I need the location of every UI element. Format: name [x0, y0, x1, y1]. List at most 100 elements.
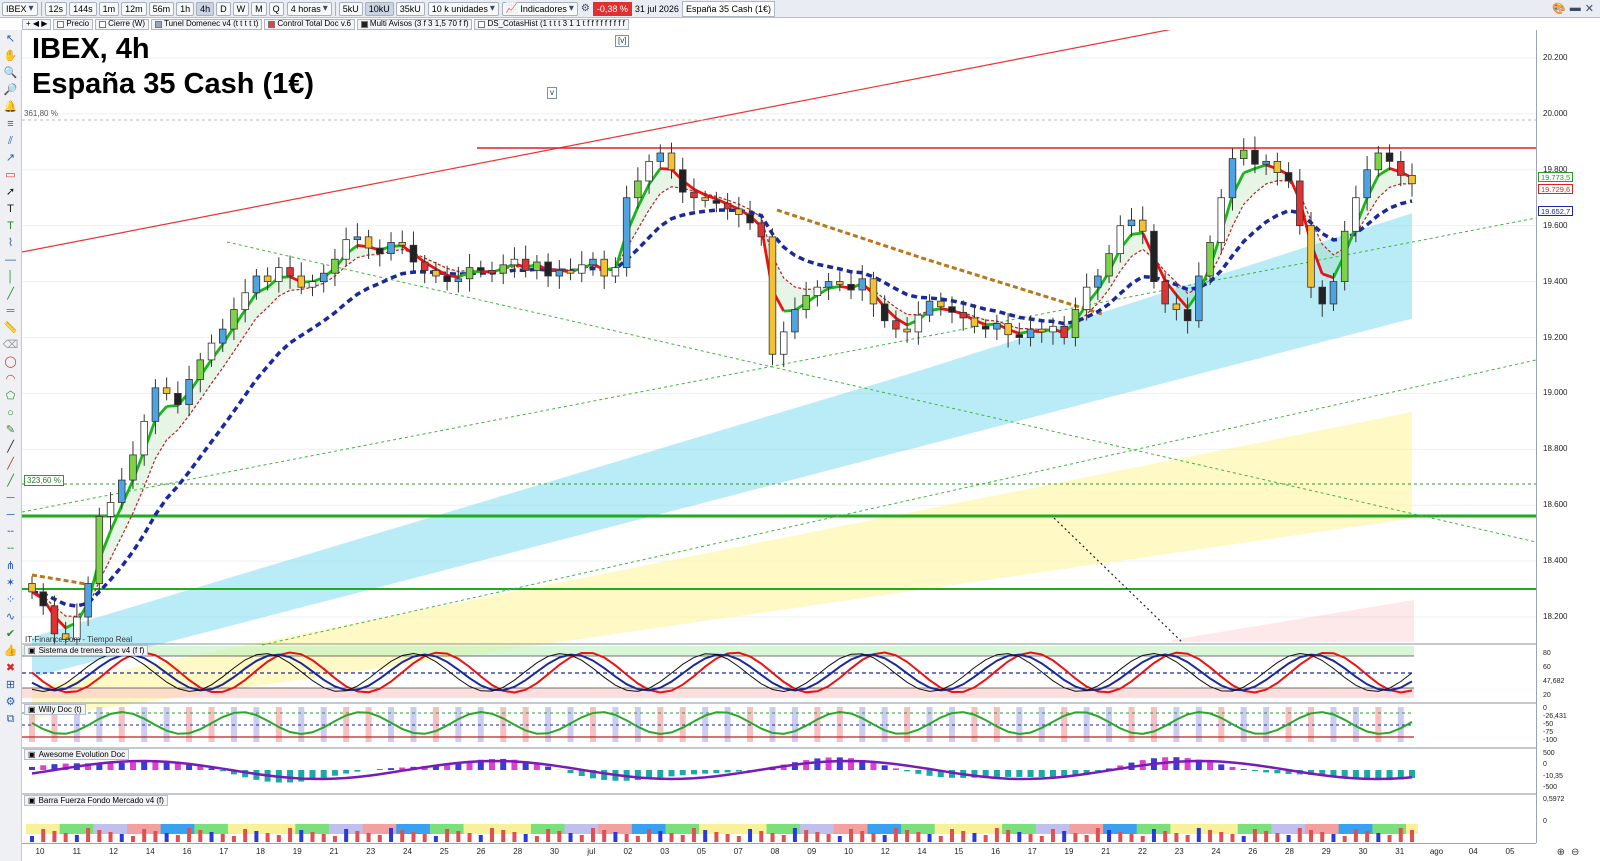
fuerza-bar: [972, 833, 977, 842]
alert-tool-icon[interactable]: 🔔: [3, 100, 19, 115]
candle-body: [95, 516, 104, 584]
text-tool-icon[interactable]: T: [3, 202, 19, 217]
settings-icon[interactable]: ⚙: [581, 3, 590, 14]
awesome-histogram-bar: [1038, 770, 1045, 778]
timeframe-button-Q[interactable]: Q: [268, 1, 284, 16]
arrow-tool-icon[interactable]: ➚: [3, 185, 19, 200]
wave-tool-icon[interactable]: ∿: [3, 610, 19, 625]
minimize-icon[interactable]: ▬: [1570, 2, 1581, 15]
time-axis[interactable]: 10 11 12 14 16 17 18 19 21 23 24 25 26 28 30 jul 02 03 05 0…: [22, 843, 1536, 861]
hline-green-tool-icon[interactable]: ─: [3, 491, 19, 506]
units-select[interactable]: 10 k unidades ▾: [427, 1, 499, 16]
check-tool-icon[interactable]: ✔: [3, 627, 19, 642]
indicator-tag[interactable]: Tunel Domenec v4 (t t t t t): [151, 18, 263, 30]
timeframe-button-D[interactable]: D: [216, 1, 231, 16]
zoom-out-icon[interactable]: 🔎: [3, 83, 19, 98]
indicators-button[interactable]: 📈 Indicadores ▾: [501, 1, 578, 16]
trend-tool-icon[interactable]: ╱: [3, 287, 19, 302]
period-select[interactable]: 4 horas ▾: [286, 1, 332, 16]
add-indicator-button[interactable]: + ◀ ▶: [22, 18, 52, 30]
thumb-tool-icon[interactable]: 👍: [3, 644, 19, 659]
timeframe-button-W[interactable]: W: [232, 1, 250, 16]
copy-tool-icon[interactable]: ⧉: [3, 712, 19, 727]
timeframe-button-1m[interactable]: 1m: [98, 1, 120, 16]
hline-tool-icon[interactable]: —: [3, 253, 19, 268]
zoom-tool-icon[interactable]: 🔍: [3, 66, 19, 81]
fuerza-color-block: [1125, 824, 1138, 834]
close-icon[interactable]: ✕: [1585, 2, 1594, 15]
timeframe-button-M[interactable]: M: [251, 1, 267, 16]
polygon-tool-icon[interactable]: ⬠: [3, 389, 19, 404]
settings-tool-icon[interactable]: ⚙: [3, 695, 19, 710]
symbol-select[interactable]: IBEX ▾: [2, 1, 38, 16]
unit-button-5kU[interactable]: 5kU: [338, 1, 363, 16]
pitchfork-tool-icon[interactable]: ⋔: [3, 559, 19, 574]
label-tool-icon[interactable]: T: [3, 219, 19, 234]
indicator-tag[interactable]: DS_CotasHist (1 t t t 3 1 1 t f f f f f …: [474, 18, 629, 30]
parallel-tool-icon[interactable]: ═: [3, 304, 19, 319]
palette-icon[interactable]: 🎨: [1552, 2, 1566, 15]
alert-marker-small[interactable]: v: [547, 87, 557, 99]
dash-green-tool-icon[interactable]: ╌: [3, 542, 19, 557]
fuerza-color-block: [373, 824, 386, 834]
fuerza-bar: [579, 835, 584, 842]
fuerza-color-block: [564, 824, 577, 834]
fuerza-bar: [1252, 829, 1257, 842]
timeframe-button-56m[interactable]: 56m: [148, 1, 175, 16]
dash-tool-icon[interactable]: ╌: [3, 525, 19, 540]
zoom-in-icon[interactable]: ⊕: [1557, 847, 1565, 858]
pane-title-trenes[interactable]: ▣ Sistema de trenes Doc v4 (f f): [24, 645, 149, 656]
arc-tool-icon[interactable]: ◠: [3, 372, 19, 387]
zoom-out-icon[interactable]: ⊖: [1571, 847, 1579, 858]
gann-tool-icon[interactable]: ✶: [3, 576, 19, 591]
awesome-histogram-bar: [331, 770, 338, 776]
rectangle-tool-icon[interactable]: ▭: [3, 168, 19, 183]
hline-blue-tool-icon[interactable]: ─: [3, 508, 19, 523]
eraser-tool-icon[interactable]: ⌫: [3, 338, 19, 353]
indicator-tag[interactable]: Precio: [53, 18, 94, 30]
indicator-tag[interactable]: Cierre (W): [95, 18, 149, 30]
timeframe-button-12s[interactable]: 12s: [44, 1, 68, 16]
pan-tool-icon[interactable]: ✋: [3, 49, 19, 64]
alert-marker[interactable]: [v]: [615, 35, 630, 47]
timeframe-button-4h[interactable]: 4h: [196, 1, 215, 16]
timeframe-button-12m[interactable]: 12m: [121, 1, 147, 16]
delete-drawings-icon[interactable]: ✖: [3, 661, 19, 676]
measure-tool-icon[interactable]: ⌇: [3, 236, 19, 251]
line-tool-icon[interactable]: ╱: [3, 440, 19, 455]
fuerza-color-block: [934, 824, 947, 834]
awesome-histogram-bar: [601, 770, 608, 780]
pane-settings-icon[interactable]: ▣: [28, 646, 36, 656]
price-chart[interactable]: [22, 30, 1536, 843]
ray-tool-icon[interactable]: ↗: [3, 151, 19, 166]
fibonacci-tool-icon[interactable]: ≡: [3, 117, 19, 132]
pencil-tool-icon[interactable]: ✎: [3, 423, 19, 438]
calculator-tool-icon[interactable]: ⊞: [3, 678, 19, 693]
pane-title-barra[interactable]: ▣ Barra Fuerza Fondo Mercado v4 (f): [24, 795, 168, 806]
dots-tool-icon[interactable]: ⁘: [3, 593, 19, 608]
pane-title-awesome[interactable]: ▣ Awesome Evolution Doc: [24, 749, 130, 760]
ruler-tool-icon[interactable]: 📏: [3, 321, 19, 336]
pane-settings-icon[interactable]: ▣: [28, 705, 36, 715]
line-red-tool-icon[interactable]: ╱: [3, 457, 19, 472]
candle-body: [1183, 309, 1192, 322]
pane-settings-icon[interactable]: ▣: [28, 750, 36, 760]
timeframe-button-1h[interactable]: 1h: [176, 1, 195, 16]
circle-tool-icon[interactable]: ○: [3, 406, 19, 421]
indicator-tag[interactable]: Control Total Doc v.6: [264, 18, 355, 30]
candle-body: [39, 591, 47, 607]
pane-title-willy[interactable]: ▣ Willy Doc (t): [24, 704, 86, 715]
timeframe-button-144s[interactable]: 144s: [69, 1, 97, 16]
awesome-histogram-bar: [1229, 766, 1236, 770]
cursor-tool-icon[interactable]: ↖: [3, 32, 19, 47]
channel-tool-icon[interactable]: ⫽: [3, 134, 19, 149]
line-green-tool-icon[interactable]: ╱: [3, 474, 19, 489]
unit-button-35kU[interactable]: 35kU: [395, 1, 425, 16]
price-axis[interactable]: 20.200 20.000 19.800 19.600 19.400 19.200 19.0…: [1536, 30, 1600, 843]
indicator-tag[interactable]: Multi Avisos (3 f 3 1,5 70 f f): [356, 18, 473, 30]
pane-settings-icon[interactable]: ▣: [28, 796, 36, 806]
vline-tool-icon[interactable]: │: [3, 270, 19, 285]
unit-button-10kU[interactable]: 10kU: [364, 1, 394, 16]
fuerza-bar: [1084, 835, 1089, 842]
ellipse-tool-icon[interactable]: ◯: [3, 355, 19, 370]
